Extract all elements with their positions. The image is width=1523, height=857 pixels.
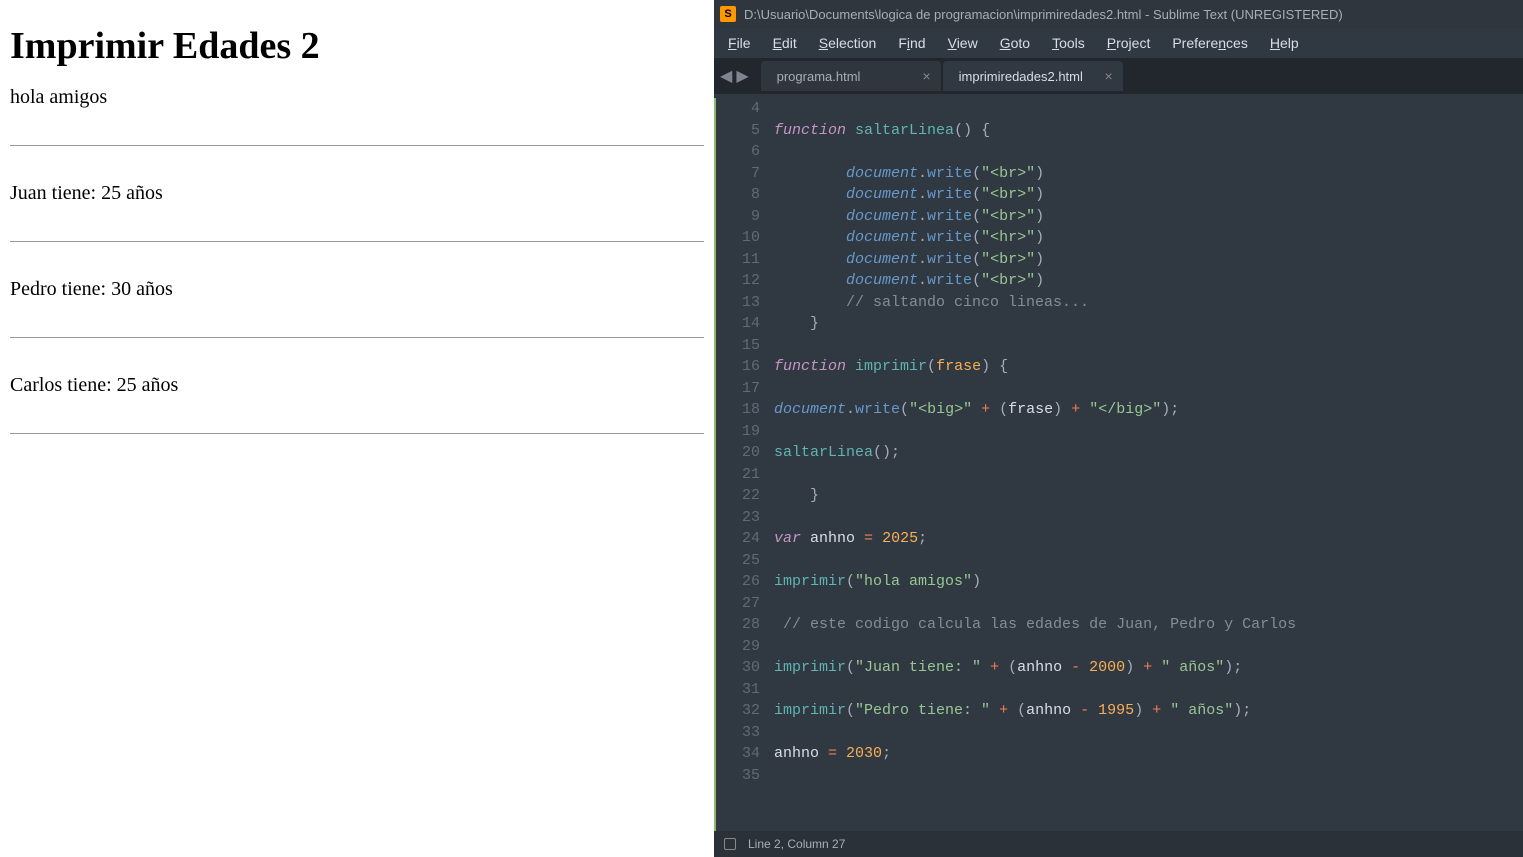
window-title: D:\Usuario\Documents\logica de programac… — [744, 7, 1343, 22]
nav-back-icon[interactable]: ◀ — [720, 66, 732, 86]
tab-label: imprimiredades2.html — [959, 69, 1083, 84]
tab-label: programa.html — [777, 69, 861, 84]
tab-nav-arrows: ◀ ▶ — [720, 66, 749, 86]
tab-imprimiredades2[interactable]: imprimiredades2.html × — [943, 61, 1123, 91]
menu-preferences[interactable]: Preferences — [1162, 31, 1258, 55]
output-line: Carlos tiene: 25 años — [10, 374, 704, 470]
output-line: Juan tiene: 25 años — [10, 182, 704, 278]
close-icon[interactable]: × — [922, 68, 930, 84]
tabbar: ◀ ▶ programa.html × imprimiredades2.html… — [714, 58, 1523, 94]
menu-goto[interactable]: Goto — [990, 31, 1040, 55]
code-content[interactable]: function saltarLinea() { document.write(… — [774, 98, 1443, 831]
output-line: Pedro tiene: 30 años — [10, 278, 704, 374]
panel-toggle-icon[interactable] — [724, 838, 736, 850]
status-text: Line 2, Column 27 — [748, 837, 845, 851]
menu-selection[interactable]: Selection — [809, 31, 887, 55]
menu-file[interactable]: File — [718, 31, 761, 55]
browser-output-pane: Imprimir Edades 2 hola amigos Juan tiene… — [0, 0, 714, 857]
minimap[interactable] — [1443, 98, 1523, 831]
close-icon[interactable]: × — [1104, 68, 1112, 84]
statusbar: Line 2, Column 27 — [714, 831, 1523, 857]
code-editor[interactable]: 4567891011121314151617181920212223242526… — [714, 94, 1523, 831]
page-title: Imprimir Edades 2 — [10, 24, 704, 68]
tab-programa[interactable]: programa.html × — [761, 61, 941, 91]
window-titlebar[interactable]: S D:\Usuario\Documents\logica de program… — [714, 0, 1523, 28]
output-line: hola amigos — [10, 86, 704, 182]
sublime-editor: S D:\Usuario\Documents\logica de program… — [714, 0, 1523, 857]
menubar: File Edit Selection Find View Goto Tools… — [714, 28, 1523, 58]
sublime-icon: S — [720, 6, 736, 22]
menu-view[interactable]: View — [938, 31, 988, 55]
menu-help[interactable]: Help — [1260, 31, 1309, 55]
menu-tools[interactable]: Tools — [1042, 31, 1095, 55]
menu-project[interactable]: Project — [1097, 31, 1161, 55]
menu-find[interactable]: Find — [888, 31, 935, 55]
nav-forward-icon[interactable]: ▶ — [736, 66, 748, 86]
line-number-gutter: 4567891011121314151617181920212223242526… — [714, 98, 774, 831]
menu-edit[interactable]: Edit — [763, 31, 807, 55]
